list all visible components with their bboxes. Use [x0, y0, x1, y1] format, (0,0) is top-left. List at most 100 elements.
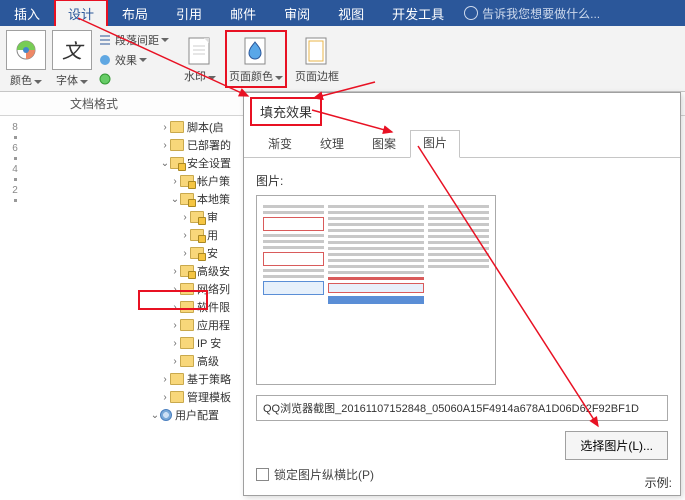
- effects-item[interactable]: 效果: [98, 52, 169, 68]
- page-color-group[interactable]: 页面颜色: [225, 30, 287, 88]
- folder-icon: [180, 265, 194, 277]
- set-default-icon: [98, 72, 112, 86]
- toggle-icon[interactable]: ›: [160, 140, 170, 151]
- tab-view[interactable]: 视图: [324, 0, 378, 28]
- folder-icon: [180, 337, 194, 349]
- tree-item[interactable]: › 软件限: [150, 298, 234, 316]
- folder-icon: [170, 373, 184, 385]
- tree-item[interactable]: ›基于策略: [150, 370, 234, 388]
- gear-icon: [160, 409, 172, 421]
- lightbulb-icon: [464, 6, 478, 20]
- toggle-icon[interactable]: ›: [170, 302, 180, 313]
- tab-devtools[interactable]: 开发工具: [378, 0, 458, 28]
- tree-item[interactable]: › 管理模板: [150, 388, 234, 406]
- folder-icon: [190, 211, 204, 223]
- dlg-tab-texture[interactable]: 纹理: [306, 130, 358, 157]
- para-spacing-item[interactable]: 段落间距: [98, 32, 169, 48]
- tree-item[interactable]: ›用: [150, 226, 234, 244]
- dlg-tab-gradient[interactable]: 渐变: [254, 130, 306, 157]
- toggle-icon[interactable]: ⌄: [150, 410, 160, 421]
- watermark-group[interactable]: 水印: [183, 34, 217, 84]
- toggle-icon[interactable]: ›: [170, 176, 180, 187]
- select-picture-button[interactable]: 选择图片(L)...: [565, 431, 668, 460]
- tree-item[interactable]: ⌄ 安全设置: [150, 154, 234, 172]
- page-border-icon: [300, 34, 334, 68]
- fonts-label: 字体: [56, 75, 78, 87]
- set-default-item[interactable]: [98, 72, 169, 86]
- tree-item[interactable]: ›高级安: [150, 262, 234, 280]
- tree-item-label: 软件限: [197, 299, 230, 315]
- tree-item[interactable]: ›安: [150, 244, 234, 262]
- tree-item-label: 审: [207, 209, 218, 225]
- tree-item-label: 已部署的: [187, 137, 231, 153]
- toggle-icon[interactable]: ›: [180, 248, 190, 259]
- page-border-group[interactable]: 页面边框: [295, 34, 339, 84]
- page-border-label: 页面边框: [295, 71, 339, 83]
- picture-section-label: 图片:: [256, 172, 668, 189]
- toggle-icon[interactable]: ›: [160, 392, 170, 403]
- colors-icon: [6, 30, 46, 70]
- colors-group[interactable]: 颜色: [6, 30, 46, 88]
- tree-item-label: 脚本(启: [187, 119, 224, 135]
- doc-format-label: 文档格式: [70, 95, 118, 112]
- para-spacing-icon: [98, 33, 112, 47]
- tree-item-label: 网络列: [197, 281, 230, 297]
- tree-item-label: 安: [207, 245, 218, 261]
- tree-item[interactable]: › 已部署的: [150, 136, 234, 154]
- fonts-group[interactable]: 文 字体: [52, 30, 92, 88]
- fill-effects-dialog: 填充效果 渐变 纹理 图案 图片 图片:: [243, 92, 681, 496]
- toggle-icon[interactable]: ⌄: [170, 194, 180, 205]
- toggle-icon[interactable]: ⌄: [160, 158, 170, 169]
- dlg-tab-pattern[interactable]: 图案: [358, 130, 410, 157]
- effects-icon: [98, 53, 112, 67]
- folder-icon: [180, 175, 194, 187]
- folder-icon: [170, 391, 184, 403]
- tab-design[interactable]: 设计: [54, 0, 108, 28]
- toggle-icon[interactable]: ›: [170, 266, 180, 277]
- tab-insert[interactable]: 插入: [0, 0, 54, 28]
- tree-item[interactable]: › 网络列: [150, 280, 234, 298]
- folder-icon: [170, 139, 184, 151]
- colors-label: 颜色: [10, 75, 32, 87]
- toggle-icon[interactable]: ›: [180, 212, 190, 223]
- tree-item[interactable]: ›审: [150, 208, 234, 226]
- effects-label: 效果: [115, 52, 137, 68]
- fonts-icon: 文: [52, 30, 92, 70]
- tab-mail[interactable]: 邮件: [216, 0, 270, 28]
- tree-item[interactable]: ⌄本地策: [150, 190, 234, 208]
- ribbon-body: 颜色 文 字体 段落间距 效果 水印 页面颜色 页面边框: [0, 26, 685, 92]
- folder-icon: [180, 193, 194, 205]
- tree-item-label: 安全设置: [187, 155, 231, 171]
- tree-item-label: 用户配置: [175, 407, 219, 423]
- toggle-icon[interactable]: ›: [170, 320, 180, 331]
- tree-item-label: 高级: [197, 353, 219, 369]
- toggle-icon[interactable]: ›: [170, 356, 180, 367]
- lock-aspect-checkbox[interactable]: [256, 468, 269, 481]
- toggle-icon[interactable]: ›: [170, 284, 180, 295]
- tell-me[interactable]: 告诉我您想要做什么...: [464, 5, 600, 22]
- tab-review[interactable]: 审阅: [270, 0, 324, 28]
- lock-aspect-label: 锁定图片纵横比(P): [274, 466, 374, 483]
- tree-item[interactable]: › 应用程: [150, 316, 234, 334]
- tree-item[interactable]: › 高级: [150, 352, 234, 370]
- toggle-icon[interactable]: ›: [160, 122, 170, 133]
- toggle-icon[interactable]: ›: [180, 230, 190, 241]
- page-color-icon: [239, 34, 273, 68]
- tab-references[interactable]: 引用: [162, 0, 216, 28]
- ruler-vertical: 8 6 4 2: [0, 116, 30, 500]
- watermark-label: 水印: [184, 71, 206, 83]
- tree-item-label: 应用程: [197, 317, 230, 333]
- toggle-icon[interactable]: ›: [170, 338, 180, 349]
- tree-item[interactable]: ⌄ 用户配置: [150, 406, 234, 424]
- folder-icon: [170, 157, 184, 169]
- dlg-tab-picture[interactable]: 图片: [410, 130, 460, 158]
- tree-item[interactable]: › 脚本(启: [150, 118, 234, 136]
- ribbon-tabs: 插入 设计 布局 引用 邮件 审阅 视图 开发工具 告诉我您想要做什么...: [0, 0, 685, 26]
- tree-item-label: 管理模板: [187, 389, 231, 405]
- picture-path-field[interactable]: QQ浏览器截图_20161107152848_05060A15F4914a678…: [256, 395, 668, 421]
- toggle-icon[interactable]: ›: [160, 374, 170, 385]
- watermark-icon: [183, 34, 217, 68]
- tree-item[interactable]: ›IP 安: [150, 334, 234, 352]
- tab-layout[interactable]: 布局: [108, 0, 162, 28]
- tree-item[interactable]: ›帐户策: [150, 172, 234, 190]
